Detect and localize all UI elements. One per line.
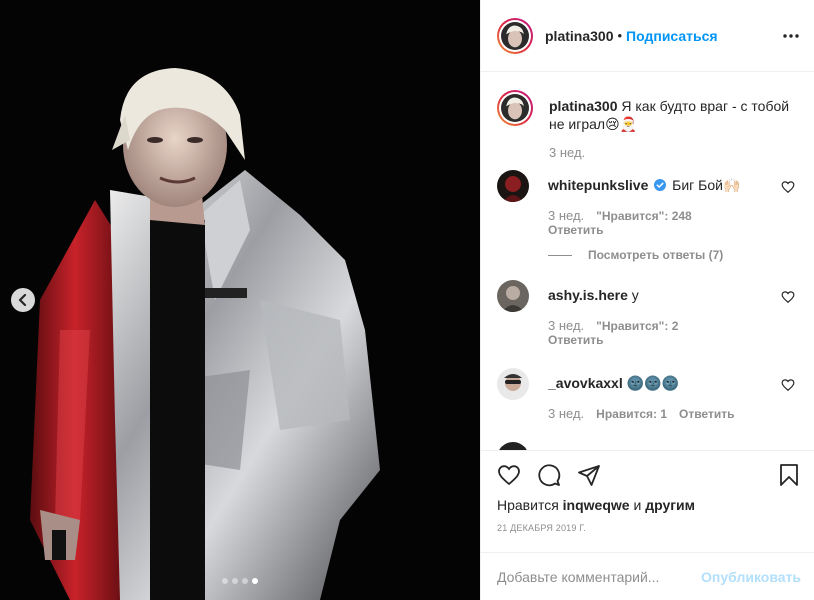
comment-meta: 3 нед. "Нравится": 2 xyxy=(548,318,678,333)
comment-avatar[interactable] xyxy=(497,442,529,450)
divider-line xyxy=(548,254,572,256)
comment-text: _avovkaxxl 🌚🌚🌚 xyxy=(548,374,768,392)
publish-button[interactable]: Опубликовать xyxy=(701,569,801,585)
comment-time[interactable]: 3 нед. xyxy=(548,406,584,421)
caption-username[interactable]: platina300 xyxy=(549,98,617,114)
avatar-image xyxy=(501,94,529,122)
comment-likes[interactable]: "Нравится": 248 xyxy=(596,209,692,223)
more-horizontal-icon xyxy=(783,34,799,38)
likes-and: и xyxy=(633,497,642,513)
avatar-image xyxy=(501,21,529,50)
avatar-image xyxy=(497,368,529,400)
likes-prefix: Нравится xyxy=(497,497,559,513)
post-sidebar: platina300 • Подписаться platina300 Я ка… xyxy=(480,0,814,600)
view-replies-button[interactable]: Посмотреть ответы (7) xyxy=(548,248,723,262)
reply-button[interactable]: Ответить xyxy=(548,223,603,237)
separator-dot: • xyxy=(617,28,623,43)
comment-icon xyxy=(538,464,561,487)
caption-text: platina300 Я как будто враг - с тобой не… xyxy=(549,97,797,133)
comment-button[interactable] xyxy=(537,463,561,487)
reply-button[interactable]: Ответить xyxy=(679,407,734,421)
comment-time[interactable]: 3 нед. xyxy=(548,208,584,223)
comment-avatar[interactable] xyxy=(497,170,529,202)
verified-badge-icon xyxy=(654,179,667,191)
follow-button[interactable]: Подписаться xyxy=(626,28,718,44)
bookmark-icon xyxy=(780,464,798,486)
carousel-dot xyxy=(242,578,248,584)
caption-avatar[interactable] xyxy=(497,90,533,126)
view-replies-label: Посмотреть ответы (7) xyxy=(588,248,724,262)
more-options-button[interactable] xyxy=(781,26,801,46)
share-plane-icon xyxy=(578,465,600,486)
comment-body: Биг Бой🙌🏻 xyxy=(672,177,741,193)
instagram-post: platina300 • Подписаться platina300 Я ка… xyxy=(0,0,814,600)
comment-body: у xyxy=(631,287,639,303)
comments-list[interactable]: platina300 Я как будто враг - с тобой не… xyxy=(481,72,814,450)
likes-summary: Нравится inqweqwe и другим xyxy=(497,497,695,513)
comment-meta: 3 нед. Нравится: 1 Ответить xyxy=(548,406,734,421)
likes-others-link[interactable]: другим xyxy=(645,497,695,513)
avatar-image xyxy=(497,280,529,312)
save-button[interactable] xyxy=(777,463,801,487)
comment-like-icon[interactable] xyxy=(781,290,795,304)
comment-meta: 3 нед. "Нравится": 248 xyxy=(548,208,692,223)
comment-body: 🌚🌚🌚 xyxy=(626,375,679,391)
carousel-indicator xyxy=(222,578,258,584)
comment-likes[interactable]: Нравится: 1 xyxy=(596,407,667,421)
comment-text: whitepunkslive Биг Бой🙌🏻 xyxy=(548,176,768,194)
comment-like-icon[interactable] xyxy=(781,180,795,194)
comment-avatar[interactable] xyxy=(497,280,529,312)
post-date[interactable]: 21 декабря 2019 г. xyxy=(497,523,586,533)
carousel-dot xyxy=(222,578,228,584)
comment-time[interactable]: 3 нед. xyxy=(548,318,584,333)
author-avatar[interactable] xyxy=(497,17,533,54)
comment-username[interactable]: ashy.is.here xyxy=(548,287,628,303)
author-username[interactable]: platina300 xyxy=(545,28,613,44)
reply-button[interactable]: Ответить xyxy=(548,333,603,347)
comment-like-icon[interactable] xyxy=(781,378,795,392)
post-photo xyxy=(0,0,480,600)
post-media[interactable] xyxy=(0,0,480,600)
comment-username[interactable]: _avovkaxxl xyxy=(548,375,623,391)
post-header: platina300 • Подписаться xyxy=(481,0,814,72)
comment-input[interactable] xyxy=(497,568,702,585)
add-comment-bar: Опубликовать xyxy=(481,552,814,600)
chevron-left-icon xyxy=(18,294,27,306)
comment-avatar[interactable] xyxy=(497,368,529,400)
share-button[interactable] xyxy=(577,463,601,487)
comment-username[interactable]: whitepunkslive xyxy=(548,177,648,193)
caption-timestamp[interactable]: 3 нед. xyxy=(549,145,585,160)
carousel-dot xyxy=(232,578,238,584)
previous-photo-button[interactable] xyxy=(11,288,35,312)
post-actions: Нравится inqweqwe и другим 21 декабря 20… xyxy=(481,450,814,552)
comment-text: ashy.is.here у xyxy=(548,286,768,304)
liked-by-username[interactable]: inqweqwe xyxy=(563,497,630,513)
like-button[interactable] xyxy=(497,463,521,487)
heart-icon xyxy=(498,465,520,486)
comment-likes[interactable]: "Нравится": 2 xyxy=(596,319,678,333)
avatar-image xyxy=(497,170,529,202)
carousel-dot-active xyxy=(252,578,258,584)
